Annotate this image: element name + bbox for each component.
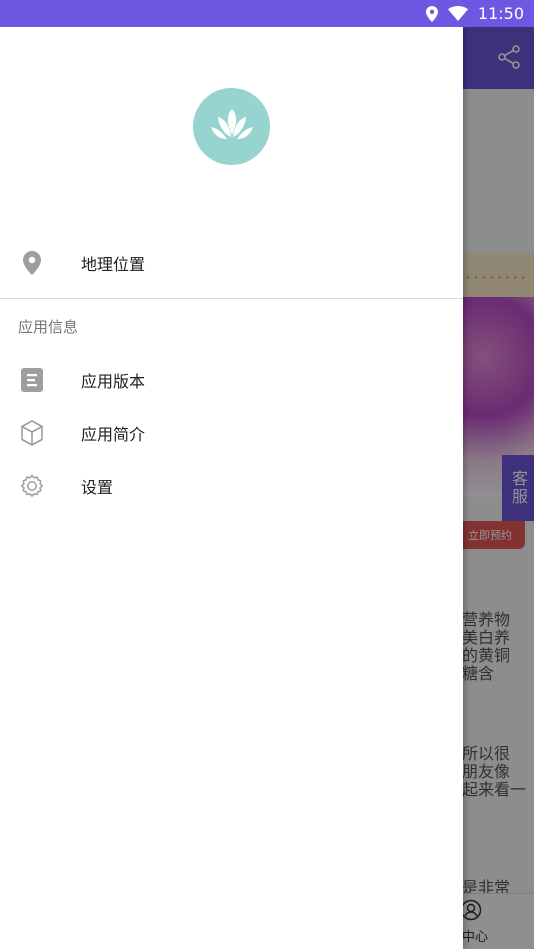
navigation-drawer: 地理位置 应用信息 应用版本 应用简介 设置 [0,27,463,949]
drawer-item-label: 应用版本 [81,372,146,391]
gear-icon [18,472,46,500]
lotus-logo-icon [193,88,270,165]
drawer-item-label: 应用简介 [81,425,146,444]
drawer-item-label: 地理位置 [81,255,146,274]
drawer-item-location[interactable]: 地理位置 [0,237,463,289]
document-icon [18,366,46,394]
drawer-item-settings[interactable]: 设置 [0,460,463,512]
drawer-divider [0,298,463,299]
status-bar: 11:50 [0,0,534,27]
location-pin-icon [18,249,46,277]
section-title: 应用信息 [18,318,79,336]
location-icon [425,5,438,22]
status-time: 11:50 [477,4,524,23]
cube-icon [18,419,46,447]
drawer-header [0,27,463,226]
drawer-item-app-intro[interactable]: 应用简介 [0,407,463,459]
drawer-item-app-version[interactable]: 应用版本 [0,354,463,406]
drawer-item-label: 设置 [81,478,114,497]
wifi-icon [447,6,468,21]
